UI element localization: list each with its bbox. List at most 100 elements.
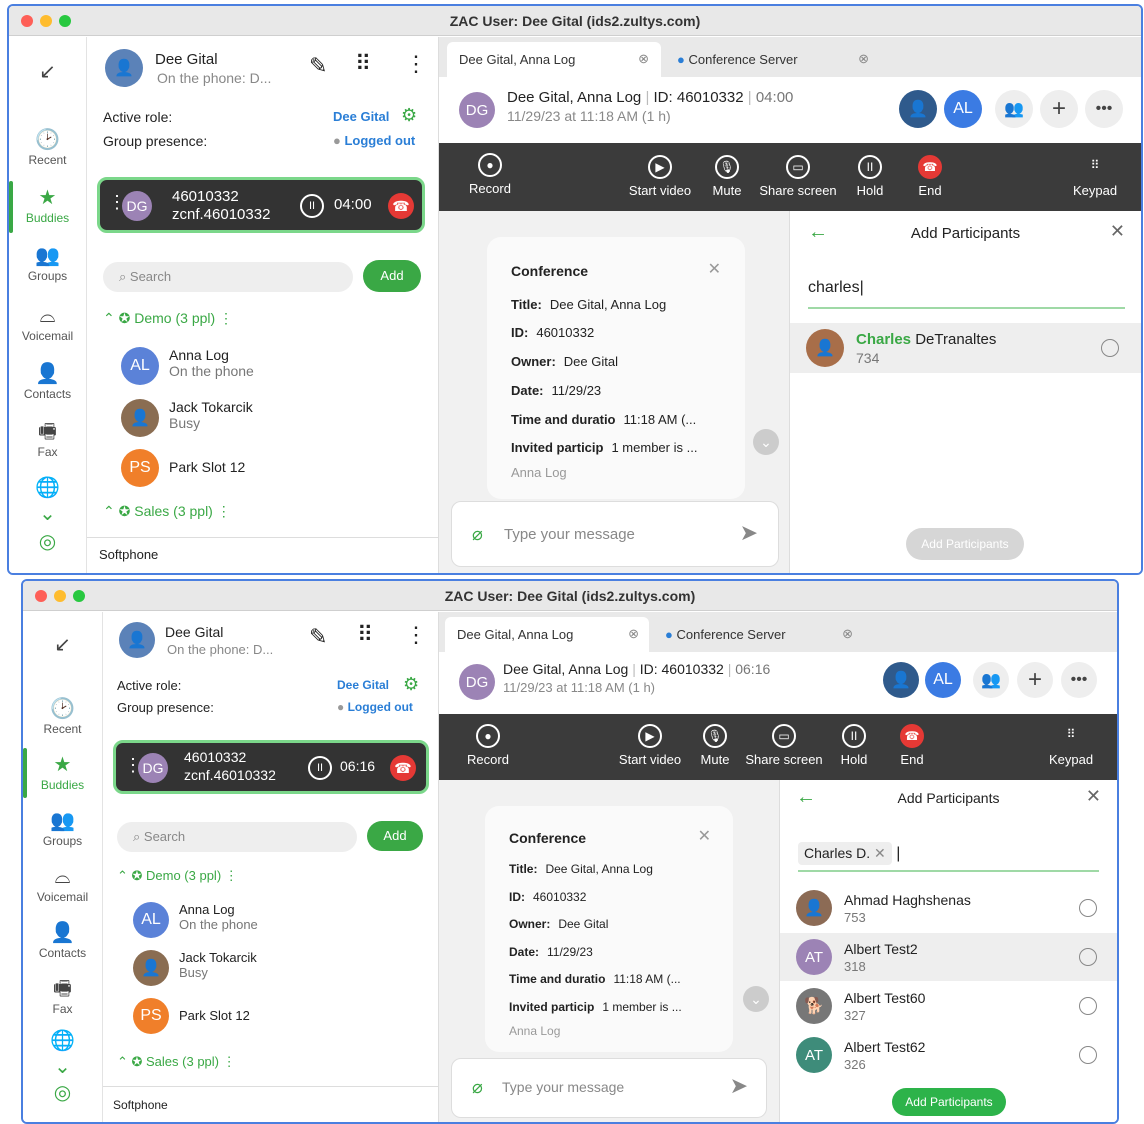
- close-tab-icon[interactable]: ⊗: [628, 626, 639, 642]
- rail-item-contacts[interactable]: 👤 Contacts: [9, 363, 86, 401]
- attach-icon[interactable]: ⌀: [472, 524, 483, 545]
- hold-button[interactable]: II Hold: [837, 724, 871, 767]
- close-tab-icon[interactable]: ⊗: [638, 51, 649, 67]
- globe-icon[interactable]: 🌐: [9, 477, 86, 501]
- dialpad-icon[interactable]: ⠿: [357, 622, 373, 648]
- participant-result[interactable]: 🐕 Albert Test60 327: [780, 982, 1117, 1030]
- record-button[interactable]: ● Record: [467, 153, 513, 196]
- rail-item-buddies[interactable]: ★ Buddies: [9, 187, 86, 225]
- group-sales[interactable]: ⌃ ✪ Sales (3 ppl) ⋮: [117, 1054, 236, 1070]
- message-input[interactable]: ⌀ Type your message ➤: [451, 501, 779, 567]
- message-input[interactable]: ⌀ Type your message ➤: [451, 1058, 767, 1118]
- rail-item-groups[interactable]: 👥 Groups: [9, 245, 86, 283]
- rail-item-voicemail[interactable]: ⌓ Voicemail: [23, 866, 102, 904]
- edit-icon[interactable]: ✎: [309, 624, 327, 650]
- active-call-card[interactable]: ⋮ DG 46010332 zcnf.46010332 II 04:00 ☎: [97, 177, 425, 233]
- tab-conversation[interactable]: Dee Gital, Anna Log ⊗: [447, 42, 661, 77]
- active-call-card[interactable]: ⋮ DG 46010332 zcnf.46010332 II 06:16 ☎: [113, 740, 429, 794]
- participant-avatar[interactable]: 👤: [883, 662, 919, 698]
- select-radio[interactable]: [1079, 997, 1097, 1015]
- add-button[interactable]: Add: [363, 260, 421, 292]
- attach-icon[interactable]: ⌀: [472, 1077, 483, 1098]
- add-icon[interactable]: +: [1017, 662, 1053, 698]
- presence-value[interactable]: ● Logged out: [337, 700, 413, 714]
- group-sales[interactable]: ⌃ ✪ Sales (3 ppl) ⋮: [103, 503, 231, 520]
- globe-icon[interactable]: 🌐: [23, 1030, 102, 1054]
- mute-button[interactable]: 🎙 Mute: [697, 724, 733, 767]
- chevron-down-icon[interactable]: ⌄: [9, 503, 86, 527]
- send-icon[interactable]: ➤: [730, 1073, 748, 1099]
- more-icon[interactable]: •••: [1085, 90, 1123, 128]
- select-radio[interactable]: [1079, 948, 1097, 966]
- rail-item-fax[interactable]: 🖷 Fax: [23, 978, 102, 1016]
- gear-icon[interactable]: ⚙: [403, 674, 419, 695]
- active-role-value[interactable]: Dee Gital: [333, 109, 389, 124]
- close-icon[interactable]: ✕: [698, 826, 711, 846]
- search-input[interactable]: ⌕ Search: [103, 262, 353, 292]
- buddy-park-slot[interactable]: Park Slot 12: [179, 1008, 250, 1023]
- group-demo[interactable]: ⌃ ✪ Demo (3 ppl) ⋮: [117, 868, 238, 884]
- presence-value[interactable]: ● Logged out: [333, 133, 415, 148]
- participant-result[interactable]: AT Albert Test2 318: [780, 933, 1117, 981]
- chevron-down-icon[interactable]: ⌄: [23, 1056, 102, 1080]
- avatar[interactable]: 👤: [119, 622, 155, 658]
- location-icon[interactable]: ◎: [9, 531, 86, 555]
- gear-icon[interactable]: ⚙: [401, 105, 417, 126]
- share-screen-button[interactable]: ▭ Share screen: [757, 155, 839, 198]
- active-role-value[interactable]: Dee Gital: [337, 678, 389, 692]
- close-tab-icon[interactable]: ⊗: [842, 626, 853, 642]
- group-demo[interactable]: ⌃ ✪ Demo (3 ppl) ⋮: [103, 310, 233, 327]
- participant-result[interactable]: 👤 Charles DeTranaltes 734: [790, 323, 1141, 373]
- keypad-button[interactable]: ⠿ Keypad: [1071, 155, 1119, 198]
- avatar[interactable]: 👤: [105, 49, 143, 87]
- participant-result[interactable]: AT Albert Test62 326: [780, 1031, 1117, 1079]
- tab-conference-server[interactable]: ● Conference Server ⊗: [665, 42, 875, 77]
- hold-button[interactable]: II Hold: [853, 155, 887, 198]
- participants-icon[interactable]: 👥: [995, 90, 1033, 128]
- end-call-button[interactable]: ☎: [388, 193, 414, 219]
- more-vertical-icon[interactable]: ⋮: [405, 51, 427, 77]
- close-icon[interactable]: ✕: [708, 259, 721, 279]
- participants-icon[interactable]: 👥: [973, 662, 1009, 698]
- scroll-down-icon[interactable]: ⌄: [743, 986, 769, 1012]
- rail-item-recent[interactable]: 🕑 Recent: [9, 129, 86, 167]
- start-video-button[interactable]: ▶ Start video: [625, 155, 695, 198]
- select-radio[interactable]: [1079, 899, 1097, 917]
- participant-avatar[interactable]: AL: [944, 90, 982, 128]
- location-icon[interactable]: ◎: [23, 1082, 102, 1106]
- select-radio[interactable]: [1101, 339, 1119, 357]
- start-video-button[interactable]: ▶ Start video: [615, 724, 685, 767]
- mute-button[interactable]: 🎙 Mute: [709, 155, 745, 198]
- record-button[interactable]: ● Record: [465, 724, 511, 767]
- buddy-jack[interactable]: Jack Tokarcik Busy: [179, 950, 257, 980]
- remove-chip-icon[interactable]: ✕: [874, 845, 886, 861]
- end-button[interactable]: ☎ End: [915, 155, 945, 198]
- buddy-park-slot[interactable]: Park Slot 12: [169, 459, 245, 475]
- rail-item-fax[interactable]: 🖷 Fax: [9, 421, 86, 459]
- add-icon[interactable]: +: [1040, 90, 1078, 128]
- selected-chip[interactable]: Charles D. ✕: [798, 842, 892, 865]
- rail-item-buddies[interactable]: ★ Buddies: [23, 754, 102, 792]
- rail-item-groups[interactable]: 👥 Groups: [23, 810, 102, 848]
- participant-avatar[interactable]: AL: [925, 662, 961, 698]
- rail-item-contacts[interactable]: 👤 Contacts: [23, 922, 102, 960]
- end-button[interactable]: ☎ End: [897, 724, 927, 767]
- search-input[interactable]: ⌕ Search: [117, 822, 357, 852]
- end-call-button[interactable]: ☎: [390, 755, 416, 781]
- participant-search-input[interactable]: charles|: [808, 275, 1125, 309]
- close-icon[interactable]: ✕: [1086, 786, 1101, 807]
- scroll-down-icon[interactable]: ⌄: [753, 429, 779, 455]
- share-screen-button[interactable]: ▭ Share screen: [743, 724, 825, 767]
- add-button[interactable]: Add: [367, 821, 423, 851]
- participant-result[interactable]: 👤 Ahmad Haghshenas 753: [780, 884, 1117, 932]
- more-icon[interactable]: •••: [1061, 662, 1097, 698]
- collapse-icon[interactable]: ↙: [9, 61, 86, 85]
- rail-item-voicemail[interactable]: ⌓ Voicemail: [9, 305, 86, 343]
- edit-icon[interactable]: ✎: [309, 53, 327, 79]
- keypad-button[interactable]: ⠿ Keypad: [1047, 724, 1095, 767]
- add-participants-button[interactable]: Add Participants: [906, 528, 1024, 560]
- participant-search-input[interactable]: Charles D. ✕ |: [798, 838, 1099, 872]
- dialpad-icon[interactable]: ⠿: [355, 51, 371, 77]
- collapse-icon[interactable]: ↙: [23, 634, 102, 658]
- buddy-anna[interactable]: Anna Log On the phone: [169, 347, 254, 379]
